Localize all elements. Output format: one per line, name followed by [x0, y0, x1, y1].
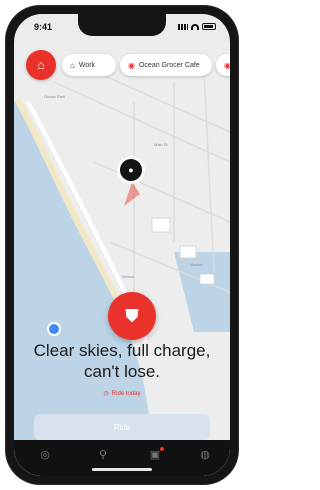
- app-logo-icon: ⌂: [37, 58, 45, 72]
- clock-icon: ◷: [103, 391, 109, 397]
- gift-icon[interactable]: ▣: [148, 447, 164, 462]
- wifi-icon: [191, 23, 199, 30]
- signal-icon: [178, 23, 188, 30]
- home-icon: ⌂: [70, 60, 75, 70]
- status-bar: 9:41: [14, 14, 230, 42]
- map-label: Venice: [122, 274, 135, 279]
- camera-notch: [78, 14, 166, 36]
- map-label: Marina: [190, 262, 203, 267]
- scooter-location-pin[interactable]: ●: [120, 159, 142, 181]
- status-time: 9:41: [34, 22, 53, 32]
- profile-icon[interactable]: ◍: [198, 448, 212, 462]
- promo-headline: Clear skies, full charge, can't lose.: [33, 341, 211, 381]
- battery-icon: [202, 23, 216, 30]
- scooter-icon[interactable]: ⚲: [96, 448, 110, 462]
- map-view[interactable]: Ocean Park Main St Marina Venice: [14, 42, 230, 476]
- ride-today-label: Ride today: [111, 391, 141, 397]
- more-icon: ◉: [224, 60, 230, 70]
- logo-button[interactable]: ⌂: [26, 50, 56, 80]
- pin-icon: ◉: [128, 60, 135, 70]
- ride-button-label: Ride: [113, 422, 131, 432]
- top-bar: ⌂ ⌂ Work ◉ Ocean Grocer Cafe ◉: [14, 50, 230, 84]
- home-indicator: [92, 468, 152, 471]
- app-screen: Ocean Park Main St Marina Venice 9:41 ⌂ …: [14, 14, 230, 476]
- ride-today-link[interactable]: ◷ Ride today: [14, 390, 230, 397]
- ride-cta-icon-circle[interactable]: ⛊: [108, 292, 156, 340]
- system-icons: [178, 23, 216, 30]
- scooter-icon: ●: [128, 165, 134, 175]
- phone-frame: Ocean Park Main St Marina Venice 9:41 ⌂ …: [6, 6, 238, 484]
- notification-dot: [160, 447, 164, 451]
- chip-label: Work: [78, 61, 96, 69]
- compass-icon[interactable]: ◎: [38, 448, 52, 462]
- saved-place-chip-work[interactable]: ⌂ Work: [62, 54, 116, 76]
- ride-button[interactable]: Ride: [34, 414, 210, 440]
- saved-place-chip-more[interactable]: ◉: [216, 54, 230, 76]
- map-label: Main St: [154, 142, 168, 147]
- current-location-dot[interactable]: [47, 322, 61, 336]
- shield-icon: ⛊: [125, 305, 139, 326]
- saved-place-chip-cafe[interactable]: ◉ Ocean Grocer Cafe: [120, 54, 212, 76]
- map-label: Ocean Park: [44, 94, 65, 99]
- chip-label: Ocean Grocer Cafe: [138, 61, 200, 69]
